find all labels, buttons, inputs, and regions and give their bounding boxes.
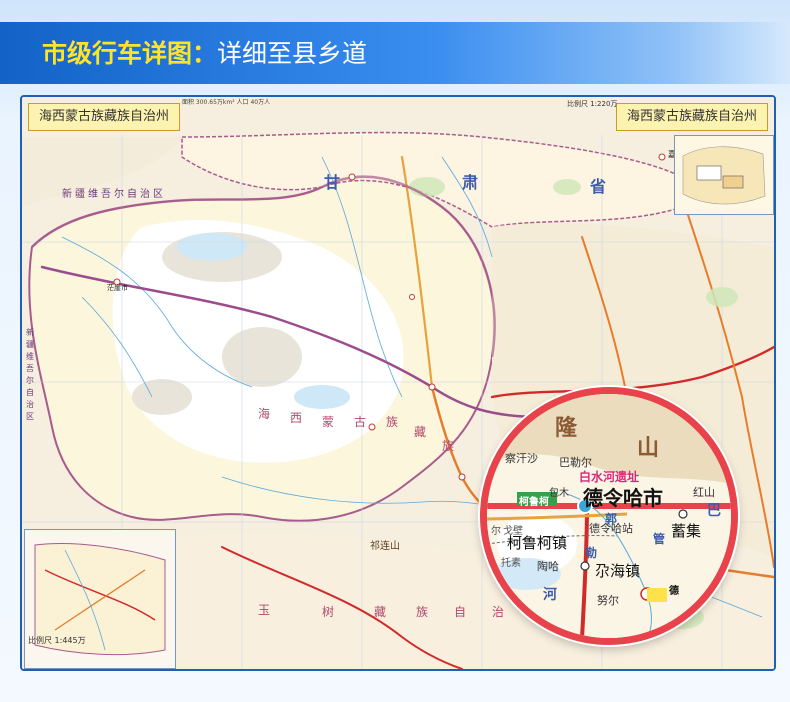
label-mangya: 茫崖市: [107, 284, 128, 292]
map-scale-top: 比例尺 1:220万: [567, 100, 618, 108]
zoom-callout: 隆 山 察汗沙 巴勒尔 白水河遗址 包木 德令哈市 红山 柯鲁柯 郭 巴 尔 戈…: [480, 387, 738, 645]
label-qilian: 祁连山: [370, 541, 400, 552]
zoom-mountain-2: 山: [637, 436, 660, 461]
zoom-place-5: 红山: [693, 486, 715, 499]
label-yushu-1: 玉: [258, 603, 271, 617]
label-haixi-2: 西: [290, 411, 303, 425]
zoom-place-14: 德: [669, 586, 679, 597]
label-yushu-4: 族: [416, 605, 429, 619]
label-gansu-c: 省: [590, 177, 607, 196]
zoom-lake: 托素: [501, 558, 521, 569]
page-frame: 市级行车详图：详细至县乡道 海西蒙古族藏族自治州 海西蒙古族藏族自治州 面积 3…: [0, 0, 790, 702]
label-haixi-1: 海: [258, 407, 271, 421]
zoom-town-2: 蓄集: [671, 522, 702, 540]
zoom-mountain-1: 隆: [555, 416, 578, 441]
map-legend: 面积 300.65万km² 人口 40万人: [182, 99, 271, 106]
zoom-place-16: 管: [653, 532, 666, 546]
map-header-right: 海西蒙古族藏族自治州: [615, 103, 768, 131]
zoom-place-15: 努尔: [597, 594, 619, 607]
zoom-station: 德令哈站: [589, 522, 633, 535]
banner-title-highlight: 市级行车详图：: [42, 39, 218, 68]
zoom-place-4: 包木: [549, 488, 569, 499]
label-haixi-4: 古: [354, 415, 367, 429]
inset-map-bottom: [24, 529, 176, 669]
label-haixi-6: 藏: [414, 425, 427, 439]
zoom-place-9: 尔: [491, 526, 501, 537]
banner-title: 市级行车详图：详细至县乡道: [42, 34, 367, 70]
zoom-place-6: 柯鲁柯: [519, 497, 549, 508]
label-haixi-7: 族: [442, 439, 455, 453]
zoom-place-1: 察汗沙: [505, 452, 538, 465]
map-scale-bottom: 比例尺 1:445万: [28, 636, 86, 645]
zoom-place-11: 陶哈: [537, 560, 559, 573]
label-gansu-a: 甘: [324, 173, 341, 192]
label-gansu-b: 肃: [462, 173, 479, 192]
zoom-place-8: 巴: [707, 503, 721, 519]
label-haixi-3: 蒙: [322, 415, 335, 429]
label-yushu-2: 树: [322, 605, 335, 619]
label-yushu-3: 藏: [374, 605, 387, 619]
label-yushu-5: 自: [454, 605, 467, 619]
inset-map-top: [674, 135, 774, 215]
map-panel: 海西蒙古族藏族自治州 海西蒙古族藏族自治州 面积 300.65万km² 人口 4…: [20, 95, 776, 671]
zoom-city-main: 德令哈市: [583, 486, 663, 510]
zoom-town-1: 柯鲁柯镇: [507, 534, 568, 552]
zoom-town-3: 尕海镇: [595, 562, 641, 580]
banner-title-rest: 详细至县乡道: [217, 39, 368, 68]
zoom-place-13: 河: [543, 587, 557, 603]
label-xinjiang-vertical: 新疆维吾尔自治区: [26, 328, 34, 421]
label-haixi-5: 族: [386, 415, 399, 429]
zoom-place-12: 勒: [585, 546, 598, 560]
map-header-left: 海西蒙古族藏族自治州: [28, 103, 181, 131]
label-xinjiang: 新疆维吾尔自治区: [62, 189, 166, 200]
